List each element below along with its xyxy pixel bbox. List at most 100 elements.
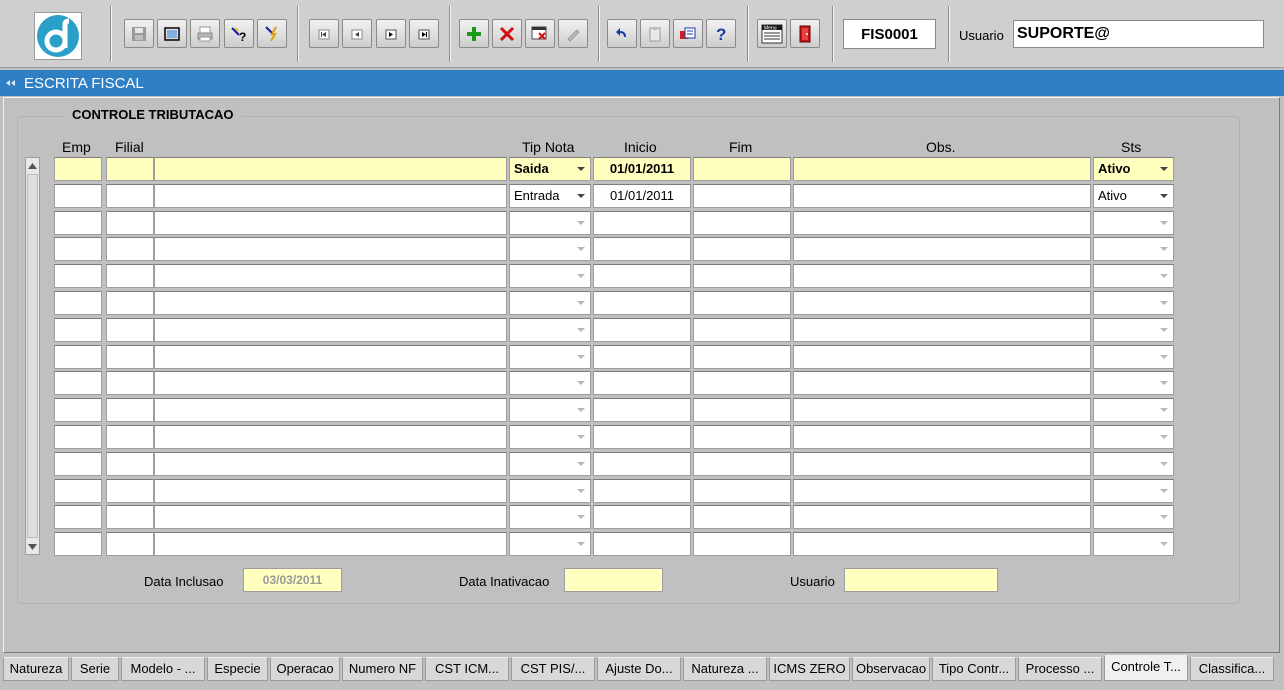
fim-cell[interactable]	[693, 505, 791, 529]
filial-cell[interactable]	[106, 425, 154, 449]
dropdown-arrow-icon[interactable]	[1156, 320, 1172, 340]
emp-cell[interactable]	[54, 318, 102, 342]
insert-record-button[interactable]	[459, 19, 489, 48]
sts-select[interactable]	[1093, 291, 1174, 315]
tip-nota-select[interactable]	[509, 505, 591, 529]
sts-select[interactable]	[1093, 371, 1174, 395]
dropdown-arrow-icon[interactable]	[1156, 534, 1172, 554]
dropdown-arrow-icon[interactable]	[573, 293, 589, 313]
obs-cell[interactable]	[793, 479, 1091, 503]
filial-cell[interactable]	[106, 291, 154, 315]
sts-select[interactable]	[1093, 318, 1174, 342]
usuario-field[interactable]	[844, 568, 998, 592]
dropdown-arrow-icon[interactable]	[573, 534, 589, 554]
description-cell[interactable]	[154, 211, 507, 235]
fim-cell[interactable]	[693, 184, 791, 208]
filial-cell[interactable]	[106, 345, 154, 369]
tab-2[interactable]: Modelo - ...	[121, 657, 205, 681]
next-record-button[interactable]	[376, 19, 406, 48]
obs-cell[interactable]	[793, 345, 1091, 369]
window-button[interactable]	[157, 19, 187, 48]
emp-cell[interactable]	[54, 184, 102, 208]
tab-13[interactable]: Processo ...	[1018, 657, 1102, 681]
save-button[interactable]	[124, 19, 154, 48]
emp-cell[interactable]	[54, 532, 102, 556]
print-button[interactable]	[190, 19, 220, 48]
filial-cell[interactable]	[106, 505, 154, 529]
fim-cell[interactable]	[693, 398, 791, 422]
clear-form-button[interactable]	[525, 19, 555, 48]
tab-12[interactable]: Tipo Contr...	[932, 657, 1016, 681]
fim-cell[interactable]	[693, 237, 791, 261]
obs-cell[interactable]	[793, 371, 1091, 395]
obs-cell[interactable]	[793, 398, 1091, 422]
filial-cell[interactable]	[106, 318, 154, 342]
dropdown-arrow-icon[interactable]	[1156, 213, 1172, 233]
fim-cell[interactable]	[693, 318, 791, 342]
description-cell[interactable]	[154, 291, 507, 315]
dropdown-arrow-icon[interactable]	[1156, 347, 1172, 367]
sts-select[interactable]: Ativo	[1093, 157, 1174, 181]
tip-nota-select[interactable]	[509, 532, 591, 556]
tip-nota-select[interactable]	[509, 479, 591, 503]
sts-select[interactable]	[1093, 425, 1174, 449]
dropdown-arrow-icon[interactable]	[573, 159, 589, 179]
sts-select[interactable]	[1093, 345, 1174, 369]
query-help-button[interactable]: ?	[224, 19, 254, 48]
emp-cell[interactable]	[54, 157, 102, 181]
description-cell[interactable]	[154, 184, 507, 208]
sts-select[interactable]: Ativo	[1093, 184, 1174, 208]
dropdown-arrow-icon[interactable]	[1156, 239, 1172, 259]
inicio-cell[interactable]	[593, 318, 691, 342]
obs-cell[interactable]	[793, 184, 1091, 208]
scroll-up-arrow-icon[interactable]	[26, 158, 39, 173]
filial-cell[interactable]	[106, 184, 154, 208]
obs-cell[interactable]	[793, 318, 1091, 342]
emp-cell[interactable]	[54, 479, 102, 503]
tab-1[interactable]: Serie	[71, 657, 119, 681]
dropdown-arrow-icon[interactable]	[573, 186, 589, 206]
dropdown-arrow-icon[interactable]	[573, 507, 589, 527]
tab-7[interactable]: CST PIS/...	[511, 657, 595, 681]
dropdown-arrow-icon[interactable]	[1156, 373, 1172, 393]
obs-cell[interactable]	[793, 237, 1091, 261]
emp-cell[interactable]	[54, 237, 102, 261]
tab-5[interactable]: Numero NF	[342, 657, 423, 681]
undo-button[interactable]	[607, 19, 637, 48]
tab-10[interactable]: ICMS ZERO	[769, 657, 850, 681]
dropdown-arrow-icon[interactable]	[1156, 481, 1172, 501]
emp-cell[interactable]	[54, 452, 102, 476]
clipboard-button[interactable]	[640, 19, 670, 48]
scroll-thumb[interactable]	[27, 174, 38, 538]
inicio-cell[interactable]	[593, 398, 691, 422]
description-cell[interactable]	[154, 398, 507, 422]
description-cell[interactable]	[154, 345, 507, 369]
execute-query-button[interactable]	[257, 19, 287, 48]
inicio-cell[interactable]	[593, 425, 691, 449]
filial-cell[interactable]	[106, 532, 154, 556]
inicio-cell[interactable]	[593, 505, 691, 529]
emp-cell[interactable]	[54, 505, 102, 529]
emp-cell[interactable]	[54, 371, 102, 395]
dropdown-arrow-icon[interactable]	[1156, 427, 1172, 447]
description-cell[interactable]	[154, 237, 507, 261]
dropdown-arrow-icon[interactable]	[573, 481, 589, 501]
tip-nota-select[interactable]	[509, 211, 591, 235]
dropdown-arrow-icon[interactable]	[1156, 186, 1172, 206]
window-menu-icon[interactable]	[4, 76, 18, 90]
description-cell[interactable]	[154, 532, 507, 556]
inicio-cell[interactable]	[593, 237, 691, 261]
emp-cell[interactable]	[54, 264, 102, 288]
description-cell[interactable]	[154, 264, 507, 288]
filial-cell[interactable]	[106, 371, 154, 395]
dropdown-arrow-icon[interactable]	[1156, 454, 1172, 474]
fim-cell[interactable]	[693, 264, 791, 288]
list-of-values-button[interactable]	[673, 19, 703, 48]
obs-cell[interactable]	[793, 505, 1091, 529]
dropdown-arrow-icon[interactable]	[1156, 293, 1172, 313]
description-cell[interactable]	[154, 452, 507, 476]
obs-cell[interactable]	[793, 211, 1091, 235]
help-button[interactable]: ?	[706, 19, 736, 48]
first-record-button[interactable]	[309, 19, 339, 48]
tip-nota-select[interactable]	[509, 398, 591, 422]
